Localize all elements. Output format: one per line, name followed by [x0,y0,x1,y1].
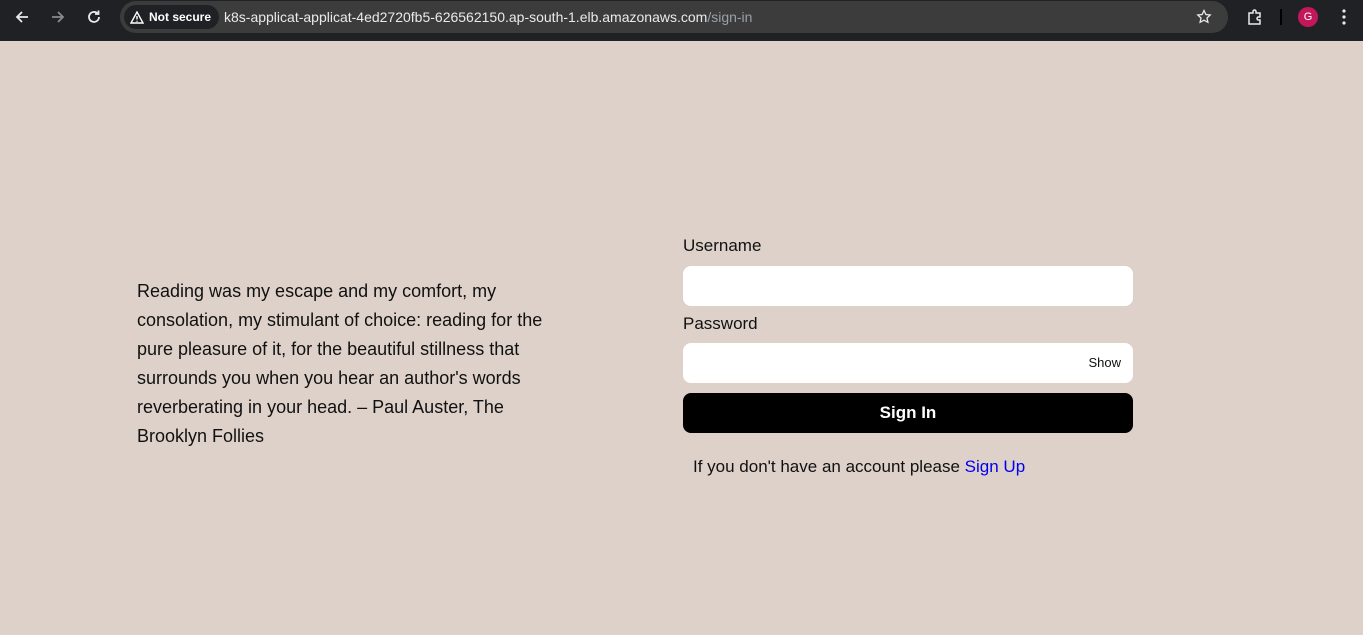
password-label: Password [683,314,758,333]
url-host: k8s-applicat-applicat-4ed2720fb5-6265621… [224,9,708,25]
reload-button[interactable] [78,4,110,30]
sign-in-button[interactable]: Sign In [683,393,1133,433]
kebab-menu-icon [1342,9,1346,25]
password-input[interactable] [683,343,1133,383]
username-label: Username [683,236,762,255]
username-input[interactable] [683,266,1133,306]
browser-toolbar: Not secure k8s-applicat-applicat-4ed2720… [0,0,1363,41]
url-path: /sign-in [707,9,753,25]
toolbar-divider [1280,9,1282,25]
warning-icon [130,10,144,24]
bookmark-button[interactable] [1194,7,1214,27]
quote-text: Reading was my escape and my comfort, my… [137,281,543,446]
show-password-button[interactable]: Show [1088,355,1121,370]
back-arrow-icon [15,11,28,23]
profile-avatar[interactable]: G [1298,7,1318,27]
star-icon [1196,9,1212,24]
signup-prompt-text: If you don't have an account please [693,457,965,476]
extensions-icon [1248,9,1261,25]
back-button[interactable] [6,4,38,30]
browser-menu-button[interactable] [1334,7,1354,27]
url-text[interactable]: k8s-applicat-applicat-4ed2720fb5-6265621… [224,9,752,25]
security-indicator[interactable]: Not secure [124,5,220,29]
forward-button[interactable] [42,4,74,30]
sign-up-link[interactable]: Sign Up [965,457,1025,476]
forward-arrow-icon [52,11,65,23]
security-label: Not secure [149,10,212,24]
extensions-button[interactable] [1244,6,1266,28]
reload-icon [88,10,100,23]
signup-prompt: If you don't have an account please Sign… [693,457,1025,477]
address-bar[interactable]: Not secure k8s-applicat-applicat-4ed2720… [120,1,1228,33]
